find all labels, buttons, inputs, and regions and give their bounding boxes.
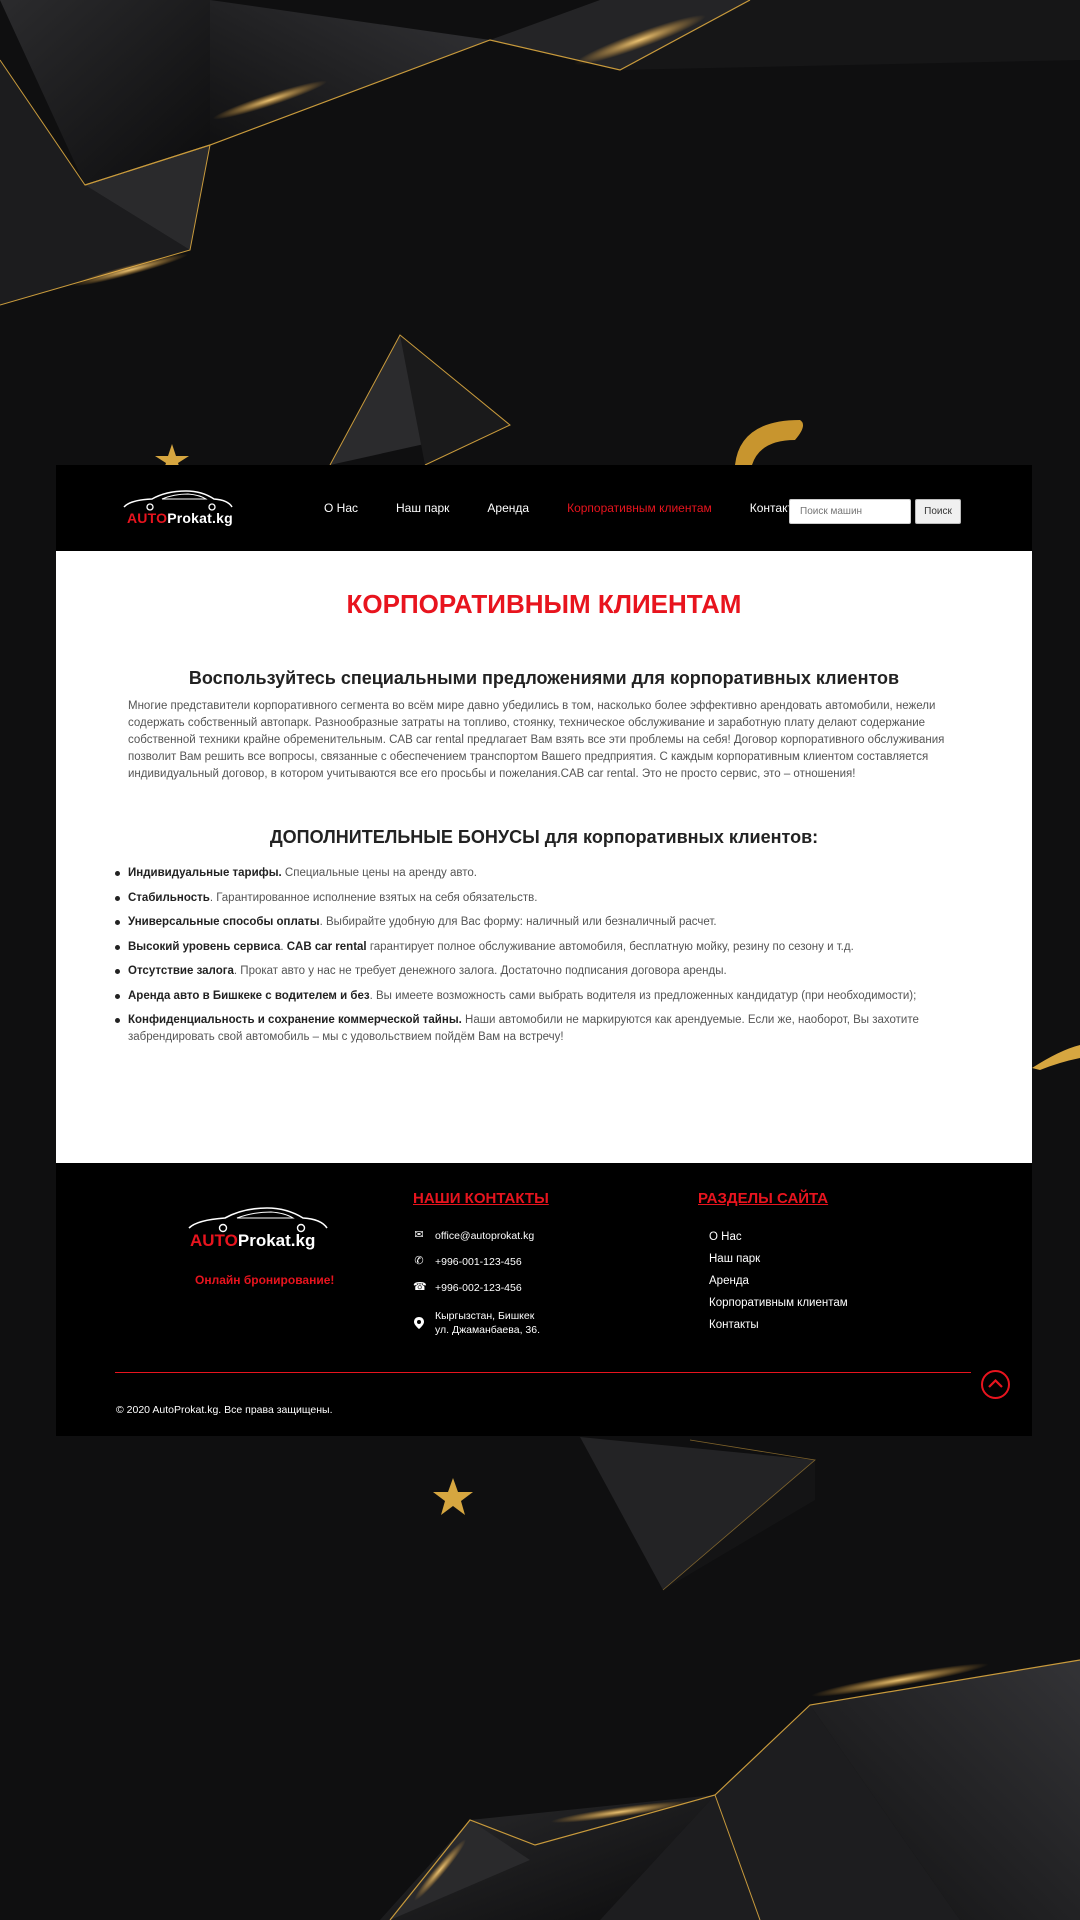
list-item: Конфиденциальность и сохранение коммерче…: [115, 1012, 978, 1046]
footer-logo-text: AUTOProkat.kg: [190, 1231, 316, 1250]
search-button[interactable]: Поиск: [915, 499, 961, 524]
main-content: КОРПОРАТИВНЫМ КЛИЕНТАМ Воспользуйтесь сп…: [56, 551, 1032, 1163]
contact-phone-2: ☎ +996-002-123-456: [413, 1281, 522, 1295]
nav-item-corporate[interactable]: Корпоративным клиентам: [567, 501, 712, 515]
nav-item-about[interactable]: О Нас: [324, 501, 358, 515]
location-icon: [413, 1317, 425, 1329]
page-title: КОРПОРАТИВНЫМ КЛИЕНТАМ: [346, 589, 742, 619]
bonus-title: ДОПОЛНИТЕЛЬНЫЕ БОНУСЫ для корпоративных …: [269, 827, 819, 847]
main-nav: О Нас Наш парк Аренда Корпоративным клие…: [324, 465, 840, 551]
footer-link-corporate[interactable]: Корпоративным клиентам: [709, 1296, 848, 1310]
address-line-2: ул. Джаманбаева, 36.: [435, 1324, 540, 1336]
contact-address: Кыргызстан, Бишкек ул. Джаманбаева, 36.: [413, 1309, 540, 1337]
bonus-list: Индивидуальные тарифы. Специальные цены …: [115, 865, 978, 1054]
contact-phone-1: ✆ +996-001-123-456: [413, 1255, 522, 1269]
list-item: Индивидуальные тарифы. Специальные цены …: [115, 865, 978, 882]
car-silhouette-icon: [188, 1207, 328, 1233]
scroll-top-button[interactable]: [981, 1370, 1010, 1399]
page-container: AUTOProkat.kg О Нас Наш парк Аренда Корп…: [56, 465, 1032, 1436]
car-silhouette-icon: [123, 490, 233, 511]
landline-icon: ☎: [413, 1281, 427, 1293]
footer-link-fleet[interactable]: Наш парк: [709, 1252, 848, 1266]
search-input[interactable]: [789, 499, 911, 524]
copyright: © 2020 AutoProkat.kg. Все права защищены…: [116, 1404, 333, 1416]
address-line-1: Кыргызстан, Бишкек: [435, 1310, 535, 1322]
nav-item-fleet[interactable]: Наш парк: [396, 501, 449, 515]
footer-divider: [115, 1372, 971, 1373]
site-logo[interactable]: AUTOProkat.kg: [122, 487, 234, 527]
nav-item-rent[interactable]: Аренда: [487, 501, 529, 515]
footer-link-about[interactable]: О Нас: [709, 1230, 848, 1244]
intro-paragraph: Многие представители корпоративного сегм…: [128, 700, 945, 780]
footer-logo[interactable]: AUTOProkat.kg: [187, 1203, 329, 1253]
footer-link-rent[interactable]: Аренда: [709, 1274, 848, 1288]
mail-icon: ✉: [414, 1229, 424, 1241]
up-arrow-icon: [988, 1378, 1003, 1388]
sections-title: РАЗДЕЛЫ САЙТА: [698, 1190, 829, 1207]
footer-link-contacts[interactable]: Контакты: [709, 1318, 848, 1332]
footer-sections: О Нас Наш парк Аренда Корпоративным клие…: [709, 1230, 848, 1340]
phone-1-text[interactable]: +996-001-123-456: [435, 1255, 522, 1269]
contact-email: ✉ office@autoprokat.kg: [413, 1229, 534, 1243]
section-subtitle: Воспользуйтесь специальными предложениям…: [188, 668, 900, 688]
site-footer: AUTOProkat.kg Онлайн бронирование! НАШИ …: [56, 1163, 1032, 1436]
email-text[interactable]: office@autoprokat.kg: [435, 1229, 534, 1243]
site-header: AUTOProkat.kg О Нас Наш парк Аренда Корп…: [56, 465, 1032, 551]
list-item: Отсутствие залога. Прокат авто у нас не …: [115, 963, 978, 980]
contacts-title: НАШИ КОНТАКТЫ: [413, 1190, 549, 1207]
list-item: Аренда авто в Бишкеке с водителем и без.…: [115, 988, 978, 1005]
address-text: Кыргызстан, Бишкек ул. Джаманбаева, 36.: [435, 1309, 540, 1337]
list-item: Универсальные способы оплаты. Выбирайте …: [115, 914, 978, 931]
logo-text: AUTOProkat.kg: [127, 510, 233, 526]
phone-2-text[interactable]: +996-002-123-456: [435, 1281, 522, 1295]
list-item: Стабильность. Гарантированное исполнение…: [115, 890, 978, 907]
phone-icon: ✆: [414, 1255, 424, 1267]
list-item: Высокий уровень сервиса. CAB car rental …: [115, 939, 978, 956]
online-booking-link[interactable]: Онлайн бронирование!: [195, 1273, 334, 1287]
